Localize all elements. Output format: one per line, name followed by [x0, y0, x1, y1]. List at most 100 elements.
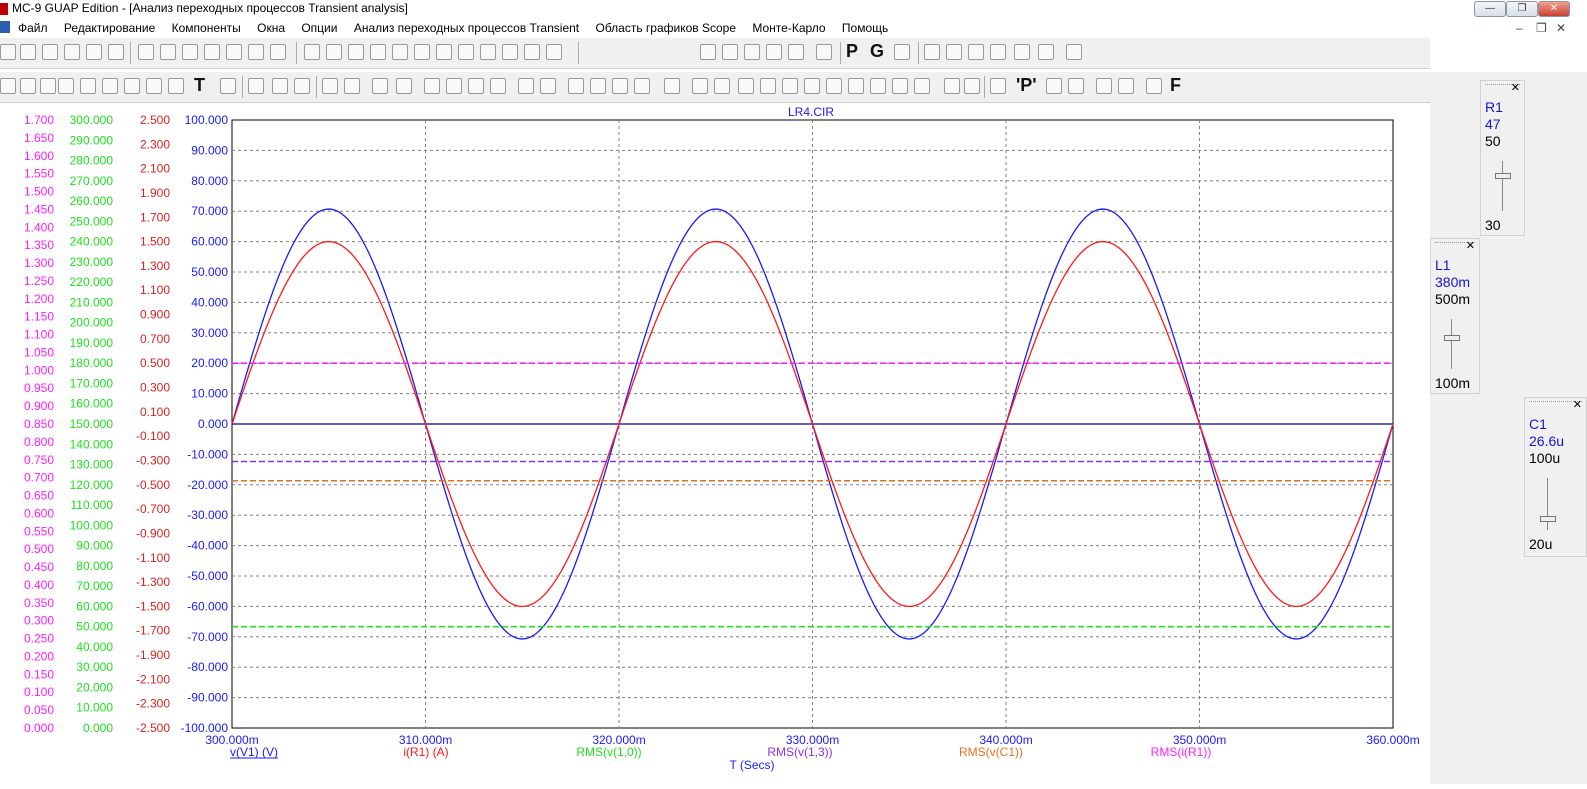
mdi-restore-button[interactable]: ❐ [1536, 21, 1547, 35]
next-simulation-icon[interactable] [914, 78, 930, 94]
cursor-low-icon[interactable] [634, 78, 650, 94]
cut-icon[interactable] [182, 44, 198, 60]
open-file-icon[interactable] [20, 44, 36, 60]
opamp-component-icon[interactable] [458, 44, 474, 60]
transistor-component-icon[interactable] [436, 44, 452, 60]
source-component-icon[interactable] [480, 44, 496, 60]
connection-icon[interactable] [146, 78, 162, 94]
slider-knob[interactable] [1495, 173, 1511, 179]
menu-help[interactable]: Помощь [842, 21, 888, 35]
current-source-icon[interactable] [546, 44, 562, 60]
tile-horizontal-icon[interactable] [700, 44, 716, 60]
net-icon[interactable] [168, 78, 184, 94]
axis-icon[interactable] [518, 78, 534, 94]
menu-options[interactable]: Опции [301, 21, 337, 35]
slider-knob[interactable] [1540, 516, 1556, 522]
calculator-icon[interactable] [816, 44, 832, 60]
high-icon[interactable] [782, 78, 798, 94]
data-point-icon[interactable] [1046, 78, 1062, 94]
cursor-cross-icon[interactable] [692, 78, 708, 94]
mdi-close-button[interactable]: ✕ [1556, 21, 1566, 35]
f-button[interactable]: F [1170, 75, 1181, 96]
p-button[interactable]: P [846, 41, 858, 62]
diode-component-icon[interactable] [392, 44, 408, 60]
dropdown-arrow-icon[interactable] [40, 78, 56, 94]
component-mode-icon[interactable] [20, 78, 36, 94]
tile-vertical-icon[interactable] [722, 44, 738, 60]
menu-edit[interactable]: Редактирование [64, 21, 155, 35]
tags-dropdown-icon[interactable] [964, 78, 980, 94]
zoom-out-icon[interactable] [1118, 78, 1134, 94]
menu-scope[interactable]: Область графиков Scope [595, 21, 736, 35]
delete-icon[interactable] [248, 44, 264, 60]
zoom-in-icon[interactable] [1096, 78, 1112, 94]
grid-toggle-icon[interactable] [894, 44, 910, 60]
animate-icon[interactable] [1146, 78, 1162, 94]
line-pointer-icon[interactable] [344, 78, 360, 94]
close-button[interactable]: ✕ [1538, 1, 1570, 17]
select-all-icon[interactable] [270, 44, 286, 60]
inflection-icon[interactable] [848, 78, 864, 94]
horizontal-grid-icon[interactable] [446, 78, 462, 94]
valley-icon[interactable] [760, 78, 776, 94]
mosfet-component-icon[interactable] [524, 44, 540, 60]
select-arrow-icon[interactable] [0, 78, 16, 94]
cursor-peak-icon[interactable] [568, 78, 584, 94]
waveform-icon[interactable] [946, 44, 962, 60]
low-icon[interactable] [804, 78, 820, 94]
global-high-icon[interactable] [870, 78, 886, 94]
stop-icon[interactable] [272, 78, 288, 94]
wire-diagonal-icon[interactable] [102, 78, 118, 94]
major-grid-icon[interactable] [424, 78, 440, 94]
print-icon[interactable] [86, 44, 102, 60]
pause-icon[interactable] [294, 78, 310, 94]
bus-diagonal-icon[interactable] [124, 78, 140, 94]
minimize-button[interactable]: — [1474, 1, 1506, 17]
resistor-component-icon[interactable] [326, 44, 342, 60]
menu-transient[interactable]: Анализ переходных процессов Transient [354, 21, 579, 35]
cursor-high-icon[interactable] [612, 78, 628, 94]
frame-icon[interactable] [372, 78, 388, 94]
redo-icon[interactable] [160, 44, 176, 60]
xy-data-icon[interactable] [1068, 78, 1084, 94]
window-split-icon[interactable] [766, 44, 782, 60]
parameter-icon[interactable] [968, 44, 984, 60]
menu-monte-carlo[interactable]: Монте-Карло [752, 21, 825, 35]
menu-windows[interactable]: Окна [257, 21, 285, 35]
numeric-output-icon[interactable] [990, 78, 1006, 94]
text-tool-button[interactable]: T [194, 75, 205, 96]
slider-c1[interactable]: ✕ C1 26.6u 100u 20u [1524, 397, 1587, 557]
restore-button[interactable]: ❐ [1506, 1, 1538, 17]
save-icon[interactable] [42, 44, 58, 60]
g-button[interactable]: G [870, 41, 884, 62]
window-layout-icon[interactable] [788, 44, 804, 60]
new-file-icon[interactable] [0, 44, 16, 60]
copy-icon[interactable] [204, 44, 220, 60]
capacitor-component-icon[interactable] [348, 44, 364, 60]
inductor-component-icon[interactable] [370, 44, 386, 60]
paste-icon[interactable] [226, 44, 242, 60]
minor-grid-icon[interactable] [468, 78, 484, 94]
close-icon[interactable]: ✕ [1573, 398, 1582, 411]
slider-track[interactable] [1547, 478, 1548, 530]
undo-icon[interactable] [138, 44, 154, 60]
mdi-minimize-button[interactable]: – [1516, 21, 1523, 35]
cursor-icon[interactable] [540, 78, 556, 94]
probe-icon[interactable] [990, 44, 1006, 60]
cursor-valley-icon[interactable] [590, 78, 606, 94]
switch-component-icon[interactable] [502, 44, 518, 60]
tags-icon[interactable] [944, 78, 960, 94]
run-icon[interactable] [248, 78, 264, 94]
transient-chart[interactable]: 300.000m 310.000m 320.000m 330.000m 340.000m… [0, 103, 1430, 784]
bus-tool-icon[interactable] [80, 78, 96, 94]
menu-file[interactable]: Файл [18, 21, 48, 35]
p-prime-button[interactable]: 'P' [1016, 75, 1037, 96]
slider-l1[interactable]: ✕ L1 380m 500m 100m [1430, 238, 1480, 394]
close-icon[interactable]: ✕ [1466, 239, 1475, 252]
scope-view-icon[interactable] [1014, 44, 1030, 60]
menu-components[interactable]: Компоненты [172, 21, 241, 35]
properties-icon[interactable] [220, 78, 236, 94]
peak-icon[interactable] [738, 78, 754, 94]
component-list-icon[interactable] [924, 44, 940, 60]
analysis-window-icon[interactable] [1066, 44, 1082, 60]
